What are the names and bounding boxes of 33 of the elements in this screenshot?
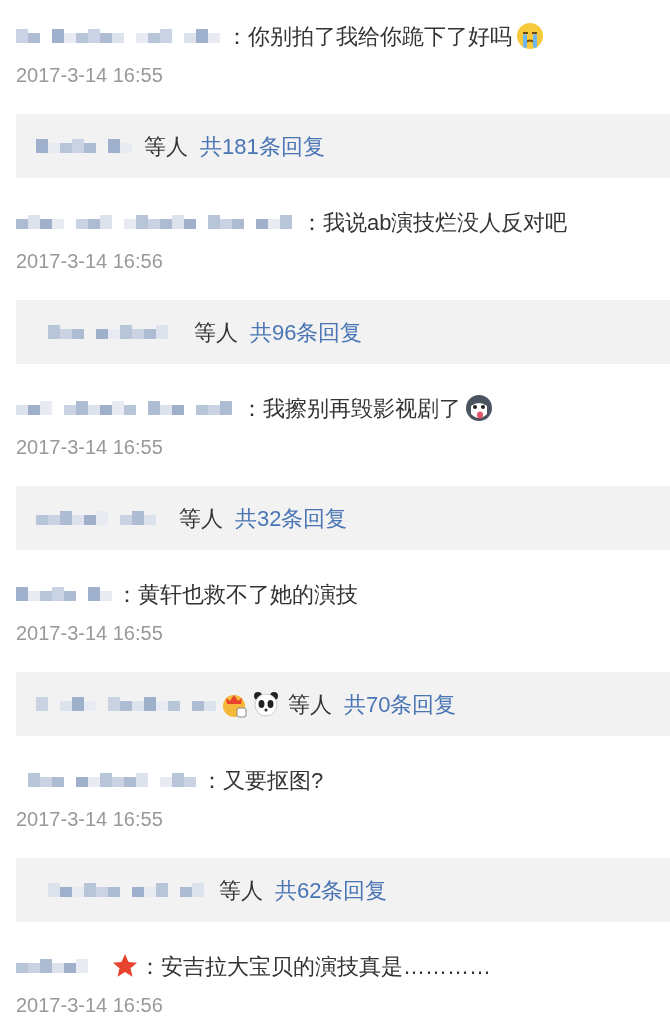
reply-suffix: 等人	[144, 132, 188, 161]
reply-suffix: 等人	[219, 876, 263, 905]
reply-suffix: 等人	[179, 504, 223, 533]
reply-summary-panel[interactable]: 等人 共181条回复	[16, 114, 670, 178]
reply-count-link[interactable]: 共32条回复	[235, 501, 348, 535]
reply-suffix: 等人	[288, 690, 332, 719]
reply-summary-panel[interactable]: 等人 共96条回复	[16, 300, 670, 364]
comment-text: 我说ab演技烂没人反对吧	[323, 208, 568, 237]
comment-text: 安吉拉大宝贝的演技真是…………	[161, 952, 491, 981]
name-separator: ：	[301, 208, 323, 237]
comment-text: 你别拍了我给你跪下了好吗	[248, 22, 512, 51]
name-separator: ：	[116, 580, 138, 609]
comment-text: 黄轩也救不了她的演技	[138, 580, 358, 609]
comment-text: 又要抠图?	[223, 766, 324, 795]
reply-count-link[interactable]: 共181条回复	[200, 129, 325, 163]
name-separator: ：	[201, 766, 223, 795]
reply-count-link[interactable]: 共70条回复	[344, 687, 457, 721]
comment-text: 我擦别再毁影视剧了	[263, 394, 461, 423]
comment-time: 2017-3-14 16:55	[15, 435, 164, 460]
reply-summary-panel[interactable]: 等人 共62条回复	[16, 858, 670, 922]
comment-time: 2017-3-14 16:56	[15, 249, 164, 274]
name-separator: ：	[139, 952, 161, 981]
name-separator: ：	[241, 394, 263, 423]
comment-time: 2017-3-14 16:55	[15, 63, 164, 88]
reply-summary-panel[interactable]: 等人 共70条回复	[16, 672, 670, 736]
comment-time: 2017-3-14 16:56	[15, 993, 164, 1018]
reply-count-link[interactable]: 共62条回复	[275, 873, 388, 907]
name-separator: ：	[226, 22, 248, 51]
comment-time: 2017-3-14 16:55	[15, 807, 164, 832]
reply-suffix: 等人	[194, 318, 238, 347]
reply-count-link[interactable]: 共96条回复	[250, 315, 363, 349]
reply-summary-panel[interactable]: 等人 共32条回复	[16, 486, 670, 550]
comment-time: 2017-3-14 16:55	[15, 621, 164, 646]
